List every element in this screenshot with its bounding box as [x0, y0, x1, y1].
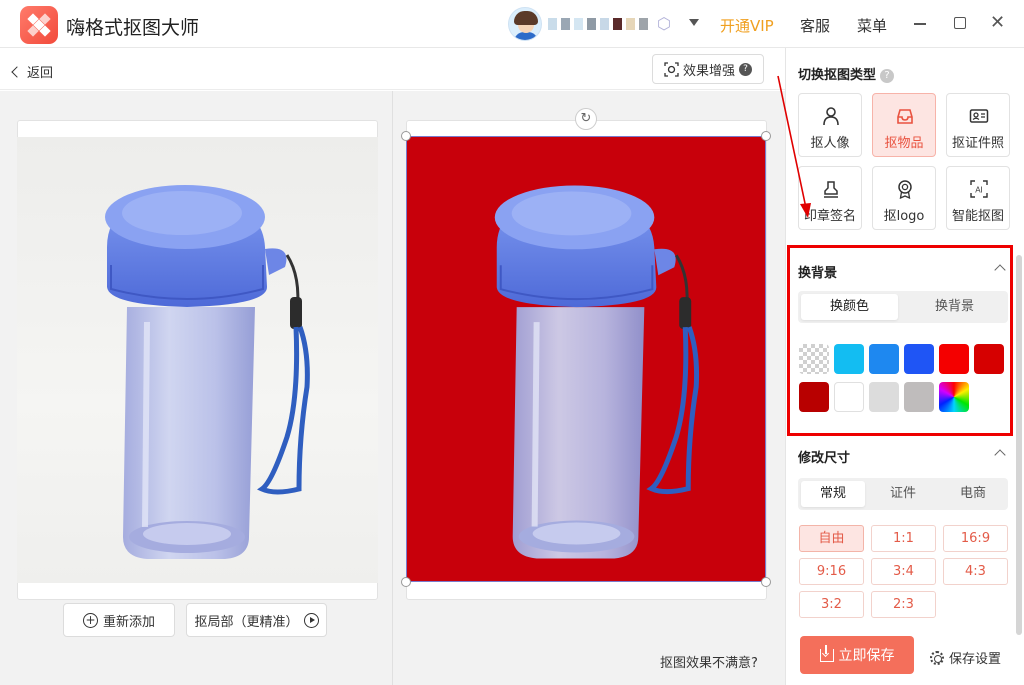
type-stamp-button[interactable]: 印章签名 [798, 166, 862, 230]
resize-handle-bottom-right[interactable] [761, 577, 771, 587]
save-now-button[interactable]: 立即保存 [800, 636, 914, 674]
title-bar: 嗨格式抠图大师 ⬡ 开通VIP 客服 菜单 ✕ [0, 0, 1024, 48]
local-cutout-label: 抠局部（更精准） [194, 614, 299, 630]
resize-handle-top-right[interactable] [761, 131, 771, 141]
size-16-9[interactable]: 16:9 [943, 525, 1008, 552]
minimize-icon[interactable] [914, 23, 926, 25]
local-cutout-button[interactable]: 抠局部（更精准） [186, 603, 327, 637]
size-9-16[interactable]: 9:16 [799, 558, 864, 585]
maximize-icon[interactable] [954, 17, 966, 29]
size-4-3[interactable]: 4:3 [943, 558, 1008, 585]
size-3-4[interactable]: 3:4 [871, 558, 936, 585]
readd-label: 重新添加 [102, 614, 155, 630]
size-1-1[interactable]: 1:1 [871, 525, 936, 552]
tab-ecommerce[interactable]: 电商 [941, 481, 1005, 507]
size-2-3[interactable]: 2:3 [871, 591, 936, 618]
help-icon[interactable]: ? [880, 68, 895, 83]
tab-regular[interactable]: 常规 [801, 481, 865, 507]
panel-scrollbar[interactable] [1016, 255, 1022, 635]
type-id-photo-button[interactable]: 抠证件照 [946, 93, 1010, 157]
stamp-icon [821, 179, 841, 199]
box-icon [895, 106, 915, 126]
result-image[interactable] [406, 136, 766, 582]
user-avatar[interactable] [508, 7, 542, 41]
gear-icon [930, 650, 944, 665]
resize-handle-top-left[interactable] [401, 131, 411, 141]
save-settings-label: 保存设置 [949, 652, 1002, 667]
type-smart-button[interactable]: AI 智能抠图 [946, 166, 1010, 230]
chevron-left-icon [11, 65, 23, 78]
menu-link[interactable]: 菜单 [857, 15, 887, 36]
back-label: 返回 [27, 66, 54, 81]
enhance-button[interactable]: 效果增强 ? [652, 54, 764, 84]
editor-toolbar: 返回 效果增强 ? [0, 48, 785, 90]
annotation-highlight-box [787, 245, 1013, 436]
download-icon [819, 644, 834, 662]
ai-icon: AI [969, 179, 989, 199]
type-label: 抠logo [883, 209, 925, 224]
app-logo-icon [20, 6, 58, 44]
type-portrait-button[interactable]: 抠人像 [798, 93, 862, 157]
unsatisfied-link[interactable]: 抠图效果不满意? [660, 652, 758, 671]
app-title: 嗨格式抠图大师 [66, 17, 200, 39]
back-button[interactable]: 返回 [10, 62, 53, 81]
bottle-image [105, 185, 310, 559]
save-settings-button[interactable]: 保存设置 [930, 648, 1001, 667]
play-circle-icon [303, 612, 319, 628]
rotate-handle-icon[interactable]: ↻ [575, 108, 597, 130]
type-object-button[interactable]: 抠物品 [872, 93, 936, 157]
size-3-2[interactable]: 3:2 [799, 591, 864, 618]
resize-section-title: 修改尺寸 [798, 451, 851, 466]
enhance-label: 效果增强 [682, 63, 735, 79]
type-label: 智能抠图 [951, 209, 1004, 224]
person-icon [821, 106, 841, 126]
open-vip-link[interactable]: 开通VIP [720, 15, 774, 36]
tab-id-sizes[interactable]: 证件 [871, 481, 935, 507]
enhance-icon [664, 61, 679, 77]
badge-icon [895, 179, 915, 200]
customer-service-link[interactable]: 客服 [800, 15, 830, 36]
plus-circle-icon: + [82, 612, 98, 628]
vip-level-icon: ⬡ [657, 14, 671, 33]
cutout-type-title: 切换抠图类型? [798, 64, 895, 83]
type-logo-button[interactable]: 抠logo [872, 166, 936, 230]
cutout-bottle-image [494, 185, 700, 559]
type-label: 抠人像 [810, 136, 850, 151]
username-blurred[interactable] [548, 16, 648, 32]
size-category-switch: 常规 证件 电商 [798, 478, 1008, 510]
account-dropdown-icon[interactable] [689, 19, 699, 26]
close-icon[interactable]: ✕ [990, 13, 1005, 33]
enhance-help-icon[interactable]: ? [739, 62, 752, 76]
type-label: 印章签名 [803, 209, 856, 224]
original-image [17, 137, 378, 583]
svg-text:AI: AI [975, 186, 983, 195]
id-card-icon [969, 106, 989, 126]
cutout-type-title-text: 切换抠图类型 [798, 68, 877, 83]
readd-button[interactable]: + 重新添加 [63, 603, 175, 637]
canvas-divider [392, 91, 393, 685]
type-label: 抠物品 [884, 136, 924, 151]
save-label: 立即保存 [838, 648, 895, 664]
resize-handle-bottom-left[interactable] [401, 577, 411, 587]
size-free[interactable]: 自由 [799, 525, 864, 552]
type-label: 抠证件照 [951, 136, 1004, 151]
